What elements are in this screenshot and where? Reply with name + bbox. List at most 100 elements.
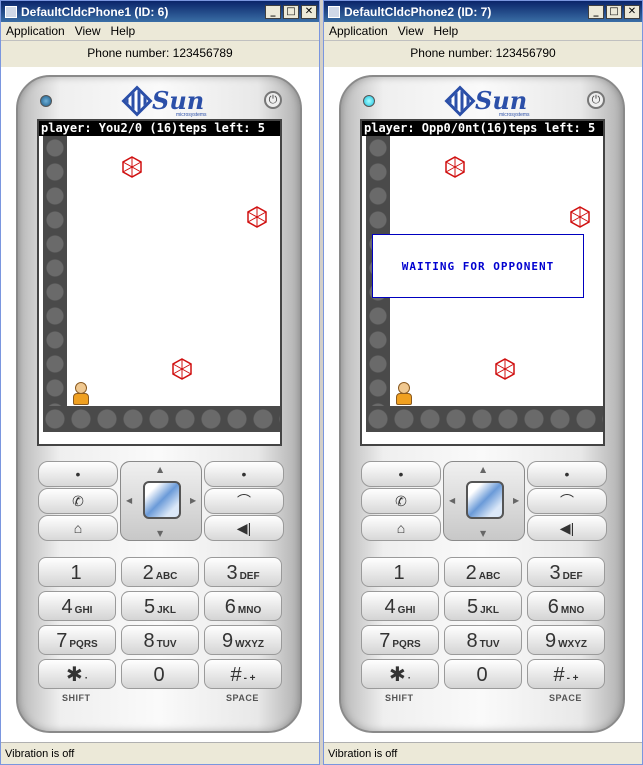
phone-body: Sun microsystems ⏻ player: You2/0 (16)te… bbox=[16, 75, 302, 733]
right-soft-key[interactable]: • bbox=[204, 461, 284, 487]
shift-label: SHIFT bbox=[62, 693, 91, 703]
power-icon[interactable]: ⏻ bbox=[587, 91, 605, 109]
title-bar[interactable]: DefaultCldcPhone2 (ID: 7) _ □ ✕ bbox=[324, 1, 642, 22]
dpad-left-icon[interactable]: ◀ bbox=[126, 496, 132, 505]
logo-micro: microsystems bbox=[499, 112, 530, 118]
dpad-up-icon[interactable]: ▲ bbox=[157, 465, 163, 474]
phone-number: Phone number: 123456790 bbox=[410, 46, 556, 60]
menu-help[interactable]: Help bbox=[106, 24, 141, 38]
key-1[interactable]: 1 bbox=[38, 557, 116, 587]
status-bar: Vibration is off bbox=[324, 742, 642, 764]
dpad-left-icon[interactable]: ◀ bbox=[449, 496, 455, 505]
key-hash[interactable]: # - + bbox=[527, 659, 605, 689]
dpad-up-icon[interactable]: ▲ bbox=[480, 465, 486, 474]
phone-screen[interactable]: player: Opp0/0nt(16)teps left: 5 WAITING… bbox=[360, 119, 605, 446]
logo-word: Sun bbox=[152, 86, 205, 115]
menu-view[interactable]: View bbox=[70, 24, 106, 38]
game-field[interactable] bbox=[39, 136, 280, 444]
menu-application[interactable]: Application bbox=[1, 24, 70, 38]
dpad[interactable]: ▲ ▼ ◀ ▶ bbox=[443, 461, 525, 541]
phone-number: Phone number: 123456789 bbox=[87, 46, 233, 60]
clear-key[interactable]: ◀| bbox=[527, 515, 607, 541]
sun-logo: Sun microsystems bbox=[121, 85, 216, 118]
key-5[interactable]: 5 JKL bbox=[444, 591, 522, 621]
dpad-right-icon[interactable]: ▶ bbox=[513, 496, 519, 505]
waiting-message: WAITING FOR OPPONENT bbox=[401, 259, 555, 273]
menu-application[interactable]: Application bbox=[324, 24, 393, 38]
wall-bottom bbox=[366, 406, 603, 432]
key-8[interactable]: 8 TUV bbox=[121, 625, 199, 655]
call-key[interactable]: ✆ bbox=[38, 488, 118, 514]
waiting-box: WAITING FOR OPPONENT bbox=[372, 234, 584, 298]
key-3[interactable]: 3 DEF bbox=[527, 557, 605, 587]
menu-bar: Application View Help bbox=[1, 22, 319, 41]
rock-icon bbox=[172, 358, 192, 380]
game-field[interactable]: WAITING FOR OPPONENT bbox=[362, 136, 603, 444]
minimize-button[interactable]: _ bbox=[588, 4, 604, 19]
rock-icon bbox=[495, 358, 515, 380]
key-9[interactable]: 9 WXYZ bbox=[527, 625, 605, 655]
key-6[interactable]: 6 MNO bbox=[527, 591, 605, 621]
menu-help[interactable]: Help bbox=[429, 24, 464, 38]
title-bar[interactable]: DefaultCldcPhone1 (ID: 6) _ □ ✕ bbox=[1, 1, 319, 22]
clear-key[interactable]: ◀| bbox=[204, 515, 284, 541]
dpad-down-icon[interactable]: ▼ bbox=[157, 529, 163, 538]
rock-icon bbox=[570, 206, 590, 228]
phone-screen[interactable]: player: You2/0 (16)teps left: 5 bbox=[37, 119, 282, 446]
key-0[interactable]: 0 bbox=[444, 659, 522, 689]
key-8[interactable]: 8 TUV bbox=[444, 625, 522, 655]
emulator-window: DefaultCldcPhone2 (ID: 7) _ □ ✕ Applicat… bbox=[323, 0, 643, 765]
phone-stage: Sun microsystems ⏻ player: Opp0/0nt(16)t… bbox=[324, 67, 642, 744]
app-icon bbox=[5, 5, 17, 18]
right-soft-key[interactable]: • bbox=[527, 461, 607, 487]
space-label: SPACE bbox=[549, 693, 582, 703]
key-7[interactable]: 7 PQRS bbox=[361, 625, 439, 655]
maximize-button[interactable]: □ bbox=[283, 4, 299, 19]
phone-body: Sun microsystems ⏻ player: Opp0/0nt(16)t… bbox=[339, 75, 625, 733]
close-button[interactable]: ✕ bbox=[301, 4, 317, 19]
key-star[interactable]: ✱ · bbox=[38, 659, 116, 689]
window-title: DefaultCldcPhone2 (ID: 7) bbox=[344, 4, 492, 19]
key-4[interactable]: 4 GHI bbox=[38, 591, 116, 621]
power-icon[interactable]: ⏻ bbox=[264, 91, 282, 109]
dpad[interactable]: ▲ ▼ ◀ ▶ bbox=[120, 461, 202, 541]
key-star[interactable]: ✱ · bbox=[361, 659, 439, 689]
sun-diamond-icon bbox=[444, 85, 476, 117]
key-9[interactable]: 9 WXYZ bbox=[204, 625, 282, 655]
home-key[interactable]: ⌂ bbox=[38, 515, 118, 541]
end-key[interactable]: ⌒ bbox=[204, 488, 284, 514]
key-hash[interactable]: # - + bbox=[204, 659, 282, 689]
key-3[interactable]: 3 DEF bbox=[204, 557, 282, 587]
dpad-down-icon[interactable]: ▼ bbox=[480, 529, 486, 538]
dpad-right-icon[interactable]: ▶ bbox=[190, 496, 196, 505]
emulator-window: DefaultCldcPhone1 (ID: 6) _ □ ✕ Applicat… bbox=[0, 0, 320, 765]
shift-label: SHIFT bbox=[385, 693, 414, 703]
left-soft-key[interactable]: • bbox=[361, 461, 441, 487]
key-2[interactable]: 2 ABC bbox=[444, 557, 522, 587]
status-led bbox=[40, 95, 52, 107]
key-0[interactable]: 0 bbox=[121, 659, 199, 689]
close-button[interactable]: ✕ bbox=[624, 4, 640, 19]
space-label: SPACE bbox=[226, 693, 259, 703]
maximize-button[interactable]: □ bbox=[606, 4, 622, 19]
minimize-button[interactable]: _ bbox=[265, 4, 281, 19]
menu-view[interactable]: View bbox=[393, 24, 429, 38]
key-5[interactable]: 5 JKL bbox=[121, 591, 199, 621]
dpad-select-button[interactable] bbox=[466, 481, 504, 519]
sun-logo: Sun microsystems bbox=[444, 85, 539, 118]
call-key[interactable]: ✆ bbox=[361, 488, 441, 514]
key-6[interactable]: 6 MNO bbox=[204, 591, 282, 621]
dpad-select-button[interactable] bbox=[143, 481, 181, 519]
key-4[interactable]: 4 GHI bbox=[361, 591, 439, 621]
key-1[interactable]: 1 bbox=[361, 557, 439, 587]
player-icon bbox=[71, 382, 91, 406]
player-icon bbox=[394, 382, 414, 406]
end-key[interactable]: ⌒ bbox=[527, 488, 607, 514]
left-soft-key[interactable]: • bbox=[38, 461, 118, 487]
home-key[interactable]: ⌂ bbox=[361, 515, 441, 541]
key-7[interactable]: 7 PQRS bbox=[38, 625, 116, 655]
key-2[interactable]: 2 ABC bbox=[121, 557, 199, 587]
app-icon bbox=[328, 5, 340, 18]
phone-stage: Sun microsystems ⏻ player: You2/0 (16)te… bbox=[1, 67, 319, 744]
sun-diamond-icon bbox=[121, 85, 153, 117]
